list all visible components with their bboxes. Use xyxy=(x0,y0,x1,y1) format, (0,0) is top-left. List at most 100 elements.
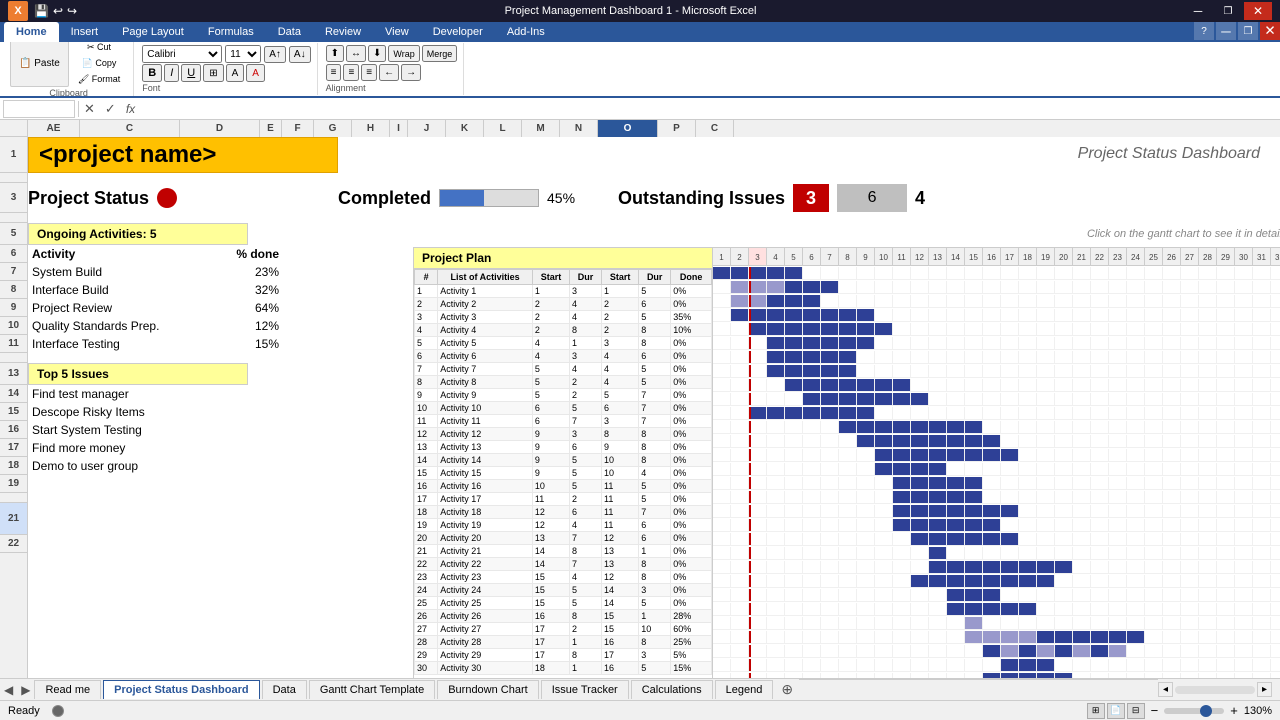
gantt-row[interactable] xyxy=(713,546,1280,560)
plan-table-row[interactable]: 12Activity 1293880% xyxy=(415,428,712,441)
plan-table-row[interactable]: 3Activity 3242535% xyxy=(415,311,712,324)
gantt-row[interactable] xyxy=(713,364,1280,378)
gantt-row[interactable] xyxy=(713,532,1280,546)
sheet-tab[interactable]: Project Status Dashboard xyxy=(103,680,259,699)
plan-table-row[interactable]: 22Activity 221471380% xyxy=(415,558,712,571)
row-17[interactable]: 17 xyxy=(0,439,27,457)
gantt-row[interactable] xyxy=(713,574,1280,588)
tab-review[interactable]: Review xyxy=(313,22,373,42)
plan-table-row[interactable]: 1Activity 113150% xyxy=(415,285,712,298)
tab-developer[interactable]: Developer xyxy=(421,22,495,42)
row-3[interactable]: 3 xyxy=(0,183,27,213)
ribbon-close-button[interactable]: ✕ xyxy=(1260,22,1280,40)
col-header-e[interactable]: E xyxy=(260,120,282,137)
row-15[interactable]: 15 xyxy=(0,403,27,421)
plan-table-row[interactable]: 19Activity 191241160% xyxy=(415,519,712,532)
copy-button[interactable]: 📄 Copy xyxy=(71,56,127,71)
ribbon-help-button[interactable]: ? xyxy=(1194,22,1214,40)
plan-table-row[interactable]: 11Activity 1167370% xyxy=(415,415,712,428)
row-12[interactable] xyxy=(0,353,27,363)
col-header-h[interactable]: H xyxy=(352,120,390,137)
zoom-minus[interactable]: − xyxy=(1151,703,1159,718)
row-7[interactable]: 7 xyxy=(0,263,27,281)
tab-home[interactable]: Home xyxy=(4,22,59,42)
plan-table-row[interactable]: 21Activity 211481310% xyxy=(415,545,712,558)
format-painter-button[interactable]: 🖌 Format xyxy=(71,72,127,87)
row-22[interactable]: 22 xyxy=(0,535,27,553)
gantt-row[interactable] xyxy=(713,392,1280,406)
wrap-text-button[interactable]: Wrap xyxy=(388,45,419,62)
col-header-g[interactable]: G xyxy=(314,120,352,137)
row-21[interactable]: 21 xyxy=(0,503,27,535)
underline-button[interactable]: U xyxy=(181,64,201,82)
align-middle-button[interactable]: ↔ xyxy=(346,45,366,62)
gantt-row[interactable] xyxy=(713,504,1280,518)
plan-table-row[interactable]: 25Activity 251551450% xyxy=(415,597,712,610)
col-header-k[interactable]: K xyxy=(446,120,484,137)
font-family-select[interactable]: Calibri xyxy=(142,45,222,63)
sheet-tab[interactable]: Read me xyxy=(34,680,101,699)
sheet-tab[interactable]: Legend xyxy=(715,680,774,699)
plan-table-row[interactable]: 18Activity 181261170% xyxy=(415,506,712,519)
col-header-o[interactable]: O xyxy=(598,120,658,137)
tab-data[interactable]: Data xyxy=(266,22,313,42)
plan-table-row[interactable]: 24Activity 241551430% xyxy=(415,584,712,597)
plan-table-row[interactable]: 13Activity 1396980% xyxy=(415,441,712,454)
gantt-row[interactable] xyxy=(713,266,1280,280)
col-header-m[interactable]: M xyxy=(522,120,560,137)
tab-formulas[interactable]: Formulas xyxy=(196,22,266,42)
decrease-indent-button[interactable]: ← xyxy=(379,64,399,81)
plan-table-row[interactable]: 6Activity 643460% xyxy=(415,350,712,363)
fill-color-button[interactable]: A xyxy=(226,64,245,82)
align-center-button[interactable]: ≡ xyxy=(343,64,359,81)
increase-font-button[interactable]: A↑ xyxy=(264,46,286,63)
close-button[interactable]: ✕ xyxy=(1244,2,1272,20)
border-button[interactable]: ⊞ xyxy=(203,64,223,82)
tab-page-layout[interactable]: Page Layout xyxy=(110,22,196,42)
scroll-bar-right-button[interactable]: ▸ xyxy=(1257,682,1272,697)
tab-addins[interactable]: Add-Ins xyxy=(495,22,557,42)
insert-sheet-button[interactable]: ⊕ xyxy=(775,681,799,698)
tab-insert[interactable]: Insert xyxy=(59,22,111,42)
row-4[interactable] xyxy=(0,213,27,223)
col-header-n[interactable]: N xyxy=(560,120,598,137)
row-1[interactable]: 1 xyxy=(0,137,27,173)
plan-table-row[interactable]: 30Activity 3018116515% xyxy=(415,662,712,675)
sheet-tab[interactable]: Calculations xyxy=(631,680,713,699)
plan-table-row[interactable]: 9Activity 952570% xyxy=(415,389,712,402)
col-header-l[interactable]: L xyxy=(484,120,522,137)
gantt-row[interactable] xyxy=(713,630,1280,644)
insert-function-button[interactable]: fx xyxy=(121,102,140,116)
sheet-tab[interactable]: Gantt Chart Template xyxy=(309,680,435,699)
cut-button[interactable]: ✂ Cut xyxy=(71,42,127,55)
align-left-button[interactable]: ≡ xyxy=(326,64,342,81)
col-header-i[interactable]: I xyxy=(390,120,408,137)
undo-icon[interactable]: ↩ xyxy=(53,4,63,18)
gantt-row[interactable] xyxy=(713,490,1280,504)
sheet-tab[interactable]: Burndown Chart xyxy=(437,680,539,699)
col-header-c[interactable]: C xyxy=(80,120,180,137)
gantt-row[interactable] xyxy=(713,378,1280,392)
plan-table-row[interactable]: 26Activity 2616815128% xyxy=(415,610,712,623)
gantt-row[interactable] xyxy=(713,462,1280,476)
sheet-nav-prev[interactable]: ◀ xyxy=(0,683,17,697)
formula-cancel-button[interactable]: ✕ xyxy=(79,101,100,117)
sheet-nav-next[interactable]: ▶ xyxy=(17,683,34,697)
name-box[interactable]: O21 xyxy=(3,100,75,118)
row-8[interactable]: 8 xyxy=(0,281,27,299)
plan-table-row[interactable]: 17Activity 171121150% xyxy=(415,493,712,506)
minimize-button[interactable]: ─ xyxy=(1184,2,1212,20)
save-icon[interactable]: 💾 xyxy=(34,4,49,18)
zoom-level[interactable]: 130% xyxy=(1244,705,1272,717)
font-size-select[interactable]: 11 xyxy=(225,45,261,63)
gantt-row[interactable] xyxy=(713,350,1280,364)
plan-table-row[interactable]: 27Activity 27172151060% xyxy=(415,623,712,636)
sheet-tab[interactable]: Issue Tracker xyxy=(541,680,629,699)
col-header-p[interactable]: P xyxy=(658,120,696,137)
gantt-row[interactable] xyxy=(713,294,1280,308)
page-break-view-button[interactable]: ⊟ xyxy=(1127,703,1145,719)
row-2[interactable] xyxy=(0,173,27,183)
gantt-row[interactable] xyxy=(713,658,1280,672)
plan-table-row[interactable]: 10Activity 1065670% xyxy=(415,402,712,415)
gantt-row[interactable] xyxy=(713,560,1280,574)
